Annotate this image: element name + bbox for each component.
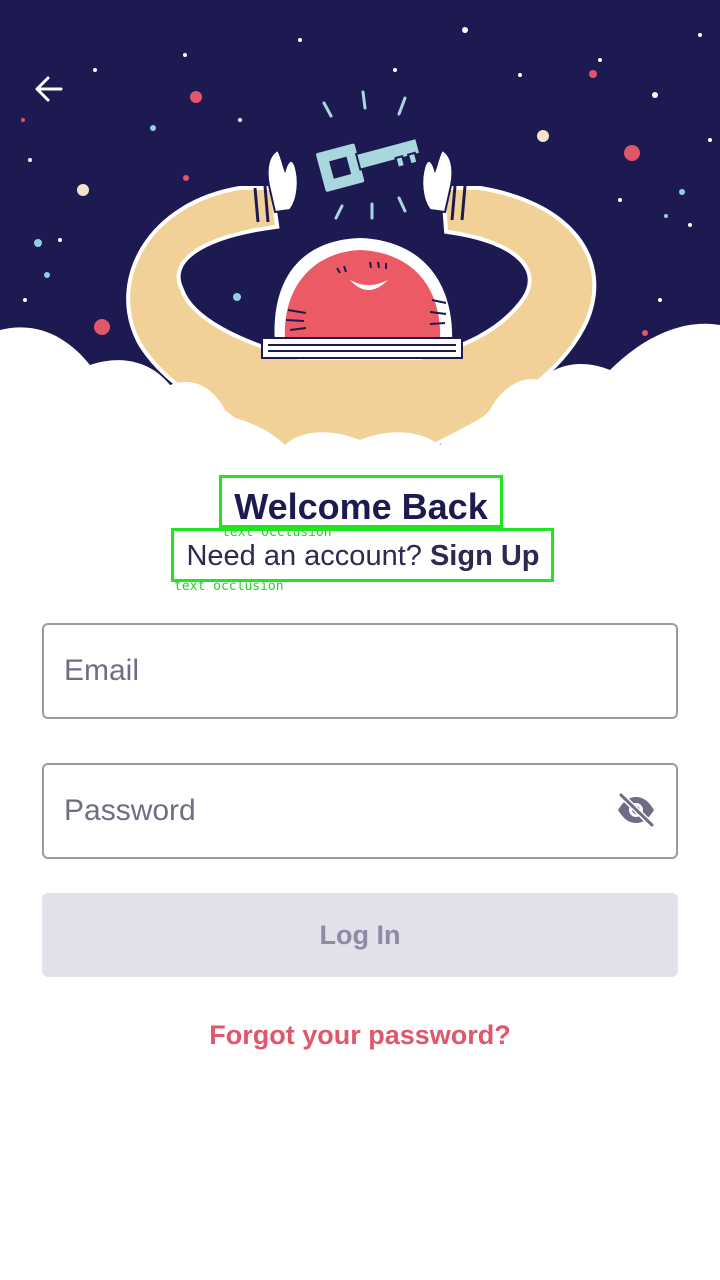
occlusion-box-subtitle <box>171 528 554 582</box>
forgot-password-link[interactable]: Forgot your password? <box>0 1020 720 1051</box>
password-field <box>42 763 678 859</box>
login-button[interactable]: Log In <box>42 893 678 977</box>
email-input[interactable] <box>44 625 584 717</box>
password-visibility-toggle[interactable] <box>616 792 656 833</box>
eye-off-icon <box>616 792 656 833</box>
password-input[interactable] <box>44 765 584 857</box>
back-button[interactable] <box>26 70 72 112</box>
hero-illustration <box>0 0 720 460</box>
occlusion-box-title <box>219 475 503 528</box>
occlusion-label-subtitle: text occlusion <box>174 579 284 594</box>
arrow-left-icon <box>33 73 65 110</box>
email-field <box>42 623 678 719</box>
